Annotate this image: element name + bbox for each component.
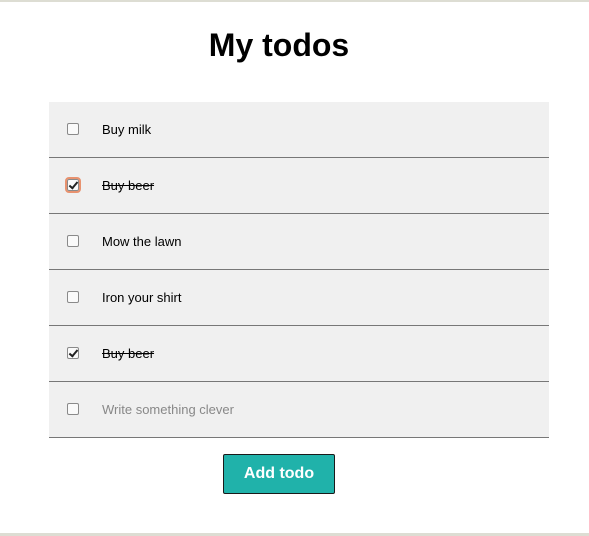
todo-text[interactable]: Buy milk (102, 102, 151, 157)
todo-item: Buy beer (49, 326, 549, 382)
todo-text[interactable]: Iron your shirt (102, 270, 181, 325)
todo-item: Buy milk (49, 102, 549, 158)
todo-checkbox[interactable] (67, 291, 79, 303)
todo-text[interactable]: Buy beer (102, 326, 154, 381)
add-todo-button[interactable]: Add todo (223, 454, 335, 494)
todo-list: Buy milk Buy beer Mow the lawn Iron your… (49, 102, 549, 438)
todo-item: Buy beer (49, 158, 549, 214)
todo-checkbox[interactable] (67, 347, 79, 359)
todo-item: Write something clever (49, 382, 549, 438)
page-title: My todos (208, 27, 350, 63)
todo-checkbox[interactable] (67, 235, 79, 247)
top-border (0, 0, 589, 2)
todo-item: Mow the lawn (49, 214, 549, 270)
new-todo-input[interactable]: Write something clever (102, 382, 234, 437)
todo-checkbox[interactable] (65, 177, 81, 193)
todo-text[interactable]: Buy beer (102, 158, 154, 213)
todo-text[interactable]: Mow the lawn (102, 214, 181, 269)
todo-item: Iron your shirt (49, 270, 549, 326)
todo-checkbox[interactable] (67, 403, 79, 415)
todo-checkbox[interactable] (67, 123, 79, 135)
